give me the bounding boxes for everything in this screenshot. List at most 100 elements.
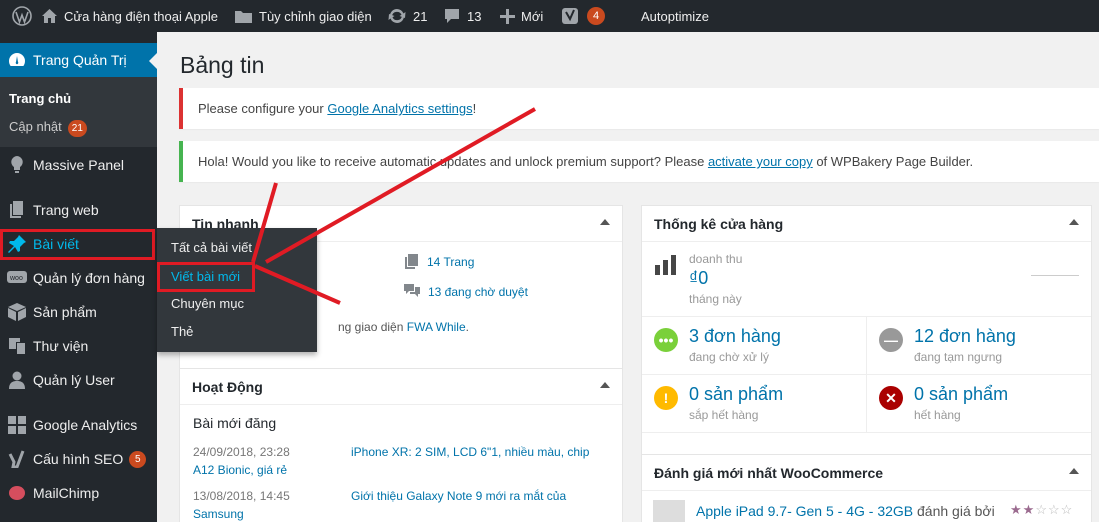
stat-value: 0 sản phẩm — [914, 384, 1009, 404]
glance-pending-comments[interactable]: 13 đang chờ duyệt — [404, 284, 528, 299]
review-star-rating: ★★☆☆☆ — [1010, 502, 1073, 518]
error-x-icon: ✕ — [879, 386, 903, 410]
toggle-arrow-icon[interactable] — [1069, 219, 1079, 225]
flyout-item-tags[interactable]: Thẻ — [171, 324, 193, 339]
admin-bar: Cửa hàng điện thoại Apple Tùy chỉnh giao… — [0, 0, 1099, 32]
star-filled-icon: ★ — [1022, 502, 1036, 517]
onhold-minus-icon: — — [879, 328, 903, 352]
star-empty-icon: ☆ — [1060, 502, 1074, 517]
stat-label: sắp hết hàng — [689, 408, 759, 422]
flyout-item-categories[interactable]: Chuyên mục — [171, 296, 244, 311]
yoast-menu[interactable]: 4 — [561, 0, 605, 32]
pending-comments-link[interactable]: 13 đang chờ duyệt — [428, 285, 528, 299]
recent-posts-heading: Bài mới đăng — [193, 415, 277, 431]
sidebar-item-google-analytics[interactable]: Google Analytics — [0, 408, 157, 442]
autoptimize-menu[interactable]: Autoptimize — [641, 0, 709, 32]
lightbulb-icon — [0, 156, 33, 174]
site-name-menu[interactable]: Cửa hàng điện thoại Apple — [41, 0, 218, 32]
page-title: Bảng tin — [180, 52, 265, 78]
comments-icon — [404, 284, 420, 297]
stat-low-stock[interactable]: ! 0 sản phẩm sắp hết hàng — [642, 375, 867, 433]
toggle-arrow-icon[interactable] — [600, 382, 610, 388]
customize-menu[interactable]: Tùy chỉnh giao diện — [234, 0, 372, 32]
processing-dots-icon: ••• — [654, 328, 678, 352]
notice-text-pre: Please configure your — [198, 101, 328, 116]
mailchimp-icon — [0, 485, 33, 501]
stat-label: hết hàng — [914, 408, 961, 422]
stat-onhold-orders[interactable]: — 12 đơn hàng đang tạm ngưng — [867, 317, 1092, 375]
stat-label: đang tạm ngưng — [914, 350, 1003, 364]
review-product-link[interactable]: Apple iPad 9.7- Gen 5 - 4G - 32GB — [696, 503, 913, 519]
glance-pages[interactable]: 14 Trang — [404, 254, 474, 270]
activity-post-link[interactable]: iPhone XR: 2 SIM, LCD 6"1, nhiều màu, ch… — [351, 443, 589, 461]
revenue-period: tháng này — [689, 292, 742, 306]
sidebar-item-label: MailChimp — [33, 485, 100, 501]
widget-title: Thống kê cửa hàng — [654, 215, 784, 232]
store-status-widget: Thống kê cửa hàng doanh thu ₫0 tháng này… — [641, 205, 1092, 463]
activity-post-link-wrap[interactable]: A12 Bionic, giá rẻ — [193, 461, 287, 479]
stat-value: 12 đơn hàng — [914, 326, 1016, 346]
sidebar-item-website[interactable]: Trang web — [0, 193, 157, 227]
review-item: Apple iPad 9.7- Gen 5 - 4G - 32GB đánh g… — [696, 503, 995, 519]
sidebar-item-orders[interactable]: woo Quản lý đơn hàng — [0, 261, 157, 295]
sidebar-item-label: Trang Quản Trị — [33, 52, 127, 68]
sidebar-subitem-label: Cập nhật — [9, 119, 62, 134]
sidebar-item-massive-panel[interactable]: Massive Panel — [0, 148, 157, 182]
sidebar-subitem-home[interactable]: Trang chủ — [9, 91, 71, 106]
new-label: Mới — [521, 8, 544, 24]
updates-icon — [388, 9, 406, 23]
customize-label: Tùy chỉnh giao diện — [259, 8, 372, 24]
glance-theme-info: ng giao diện FWA While. — [338, 320, 469, 334]
sidebar-item-label: Cấu hình SEO — [33, 451, 124, 467]
updates-count: 21 — [413, 8, 428, 24]
sidebar-item-products[interactable]: Sản phẩm — [0, 295, 157, 329]
notice-text-pre: Hola! Would you like to receive automati… — [198, 154, 708, 169]
notice-text: Please configure your Google Analytics s… — [198, 101, 476, 116]
comments-menu[interactable]: 13 — [443, 0, 481, 32]
site-name: Cửa hàng điện thoại Apple — [64, 8, 218, 24]
notice-text-post: of WPBakery Page Builder. — [812, 154, 974, 169]
theme-link[interactable]: FWA While — [407, 320, 466, 334]
theme-text-post: . — [465, 320, 469, 334]
stat-label: đang chờ xử lý — [689, 350, 769, 364]
yoast-badge: 4 — [587, 7, 605, 25]
plus-icon — [500, 8, 515, 24]
stat-processing-orders[interactable]: ••• 3 đơn hàng đang chờ xử lý — [642, 317, 867, 375]
sidebar-item-label: Sản phẩm — [33, 304, 97, 320]
sidebar-item-library[interactable]: Thư viện — [0, 329, 157, 363]
notice-wpbakery: Hola! Would you like to receive automati… — [179, 141, 1099, 182]
star-empty-icon: ☆ — [1035, 502, 1048, 517]
wp-logo-menu[interactable] — [12, 0, 32, 32]
toggle-arrow-icon[interactable] — [600, 219, 610, 225]
sidebar-item-label: Massive Panel — [33, 157, 125, 173]
pages-link[interactable]: 14 Trang — [427, 255, 474, 269]
activate-copy-link[interactable]: activate your copy — [708, 154, 813, 169]
toggle-arrow-icon[interactable] — [1069, 468, 1079, 474]
widget-header: Đánh giá mới nhất WooCommerce — [642, 455, 1091, 491]
sidebar-item-dashboard[interactable]: Trang Quản Trị — [0, 43, 157, 77]
sidebar-item-seo[interactable]: Cấu hình SEO 5 — [0, 442, 157, 476]
activity-post-link-wrap[interactable]: Samsung — [193, 505, 244, 522]
dashboard-gauge-icon — [0, 52, 33, 68]
yoast-icon — [0, 450, 33, 468]
woocommerce-icon: woo — [0, 270, 33, 286]
sparkline — [1031, 275, 1079, 276]
sidebar-item-users[interactable]: Quản lý User — [0, 363, 157, 397]
revenue-value[interactable]: ₫0 — [689, 268, 708, 289]
new-content-menu[interactable]: Mới — [500, 0, 543, 32]
sidebar-item-label: Trang web — [33, 202, 99, 218]
sidebar-subitem-updates[interactable]: Cập nhật 21 — [9, 119, 87, 137]
widget-header: Thống kê cửa hàng — [642, 206, 1091, 242]
annotation-highlight-box — [0, 229, 155, 260]
updates-menu[interactable]: 21 — [387, 0, 427, 32]
activity-post-link[interactable]: Giới thiệu Galaxy Note 9 mới ra mắt của — [351, 487, 566, 505]
flyout-item-all-posts[interactable]: Tất cả bài viết — [171, 240, 252, 255]
wordpress-logo-icon — [12, 6, 32, 26]
star-empty-icon: ☆ — [1047, 502, 1061, 517]
stat-out-of-stock[interactable]: ✕ 0 sản phẩm hết hàng — [867, 375, 1092, 433]
post-title-line: A12 Bionic, giá rẻ — [193, 463, 288, 477]
warning-exclamation-icon: ! — [654, 386, 678, 410]
comments-count: 13 — [467, 8, 482, 24]
ga-settings-link[interactable]: Google Analytics settings — [327, 101, 472, 116]
sidebar-item-mailchimp[interactable]: MailChimp — [0, 476, 157, 510]
